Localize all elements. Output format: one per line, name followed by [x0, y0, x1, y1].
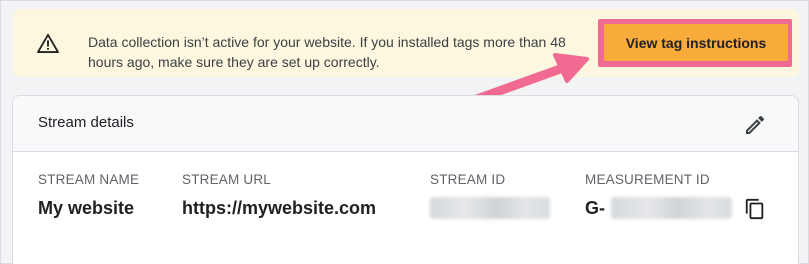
view-tag-instructions-button[interactable]: View tag instructions — [604, 24, 788, 61]
copy-icon[interactable] — [744, 198, 766, 220]
measurement-id-redacted — [611, 197, 732, 219]
screenshot-frame: Data collection isn’t active for your we… — [0, 0, 809, 264]
stream-id-redacted — [430, 197, 550, 219]
pencil-icon[interactable] — [743, 113, 767, 137]
stream-url-value: https://mywebsite.com — [182, 198, 377, 218]
stream-url-label: STREAM URL — [182, 172, 272, 187]
stream-details-card: Stream details STREAM NAME My website ST… — [12, 95, 799, 264]
measurement-id-prefix: G- — [585, 198, 605, 218]
card-header: Stream details — [13, 96, 798, 152]
stream-id-label: STREAM ID — [430, 172, 506, 187]
warning-banner: Data collection isn’t active for your we… — [13, 9, 799, 77]
stream-name-value: My website — [38, 198, 135, 218]
warning-icon — [37, 33, 59, 53]
stream-name-label: STREAM NAME — [38, 172, 140, 187]
measurement-id-label: MEASUREMENT ID — [585, 172, 710, 187]
card-title: Stream details — [38, 114, 134, 131]
